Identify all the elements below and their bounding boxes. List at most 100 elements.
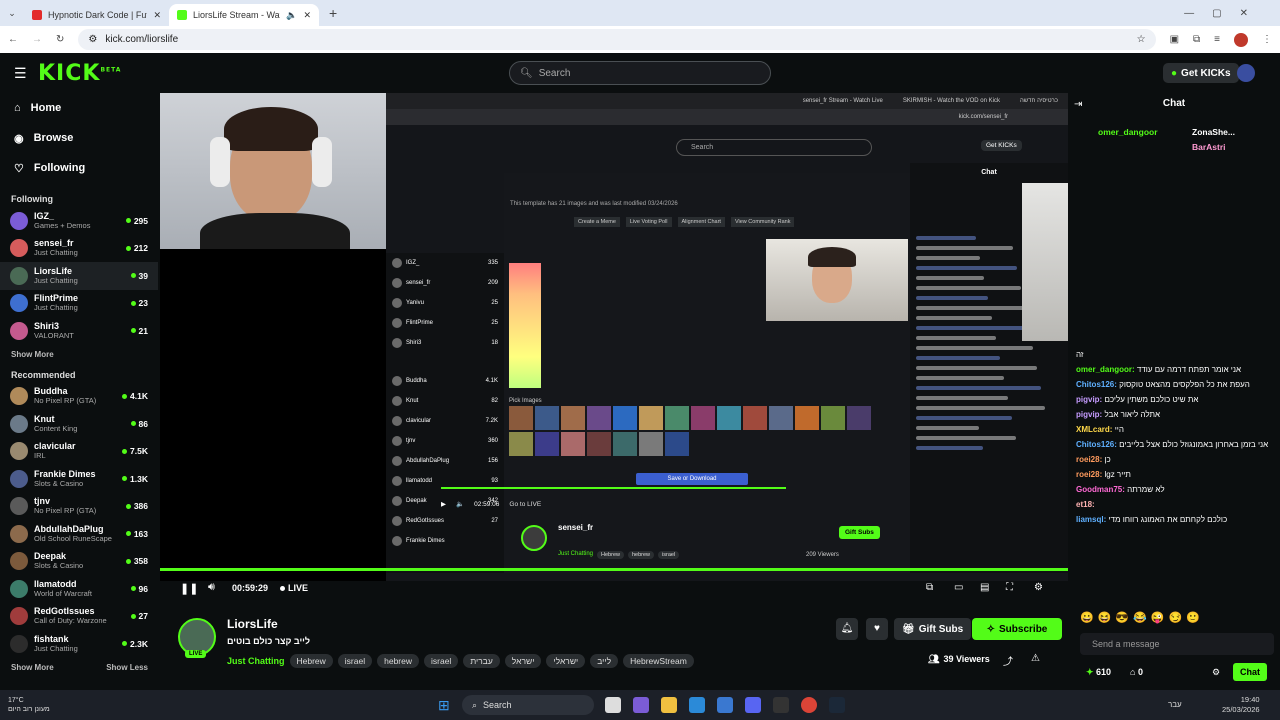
- tag-chip[interactable]: israel: [424, 654, 459, 668]
- streamer-name[interactable]: LiorsLife: [227, 617, 278, 631]
- speaker-icon[interactable]: 🔈: [286, 10, 297, 21]
- hamburger-icon[interactable]: ☰: [14, 65, 27, 82]
- channel-item-knut[interactable]: Knut Content King 86: [0, 410, 158, 438]
- language-indicator[interactable]: עבר: [1168, 700, 1182, 709]
- windows-start-icon[interactable]: ⊞: [438, 697, 450, 714]
- star-icon[interactable]: ☆: [1137, 34, 1146, 45]
- gift-subs-button[interactable]: 🎁︎ Gift Subs: [894, 618, 972, 640]
- top-gifter[interactable]: BarAstri: [1192, 142, 1226, 152]
- show-less-button[interactable]: Show Less: [95, 660, 148, 676]
- chat-username[interactable]: XMLcard:: [1076, 425, 1112, 434]
- window-controls[interactable]: —▢✕: [1184, 8, 1266, 19]
- menu-icon[interactable]: ⋮: [1262, 34, 1272, 45]
- tag-chip[interactable]: hebrew: [377, 654, 419, 668]
- profile-avatar[interactable]: [1234, 32, 1248, 47]
- live-indicator[interactable]: LIVE: [280, 583, 308, 593]
- chrome-icon[interactable]: [801, 697, 817, 713]
- discord-icon[interactable]: [745, 697, 761, 713]
- channel-item-clavicular[interactable]: clavicular IRL 7.5K: [0, 438, 158, 466]
- tag-chip[interactable]: עברית: [463, 654, 500, 668]
- steam-icon[interactable]: [829, 697, 845, 713]
- points-display[interactable]: ✦ 610: [1086, 667, 1111, 678]
- chat-input[interactable]: Send a message: [1080, 633, 1274, 655]
- back-icon[interactable]: ←: [8, 34, 18, 45]
- github-icon[interactable]: [773, 697, 789, 713]
- channel-item-sensei-fr[interactable]: sensei_fr Just Chatting 212: [0, 235, 158, 263]
- reload-icon[interactable]: ↻: [56, 34, 64, 45]
- screenshot-icon[interactable]: ⧉: [1193, 34, 1200, 45]
- close-icon[interactable]: ✕: [303, 10, 311, 21]
- channel-item-abdullahdaplug[interactable]: AbdullahDaPlug Old School RuneScape 163: [0, 520, 158, 548]
- extension-icon[interactable]: ▣: [1170, 34, 1179, 45]
- pip-icon[interactable]: ⧉: [926, 582, 933, 593]
- chat-username[interactable]: Chitos126:: [1076, 380, 1117, 389]
- kick-logo[interactable]: KICKBETA: [38, 61, 121, 86]
- top-gifter[interactable]: omer_dangoor: [1098, 127, 1158, 137]
- taskbar-search[interactable]: ⌕ Search: [462, 695, 594, 715]
- settings-icon[interactable]: ⚙: [1034, 582, 1043, 593]
- subscribe-button[interactable]: ✧ Subscribe: [972, 618, 1062, 640]
- teams-icon[interactable]: [633, 697, 649, 713]
- url-field[interactable]: ⚙ kick.com/liorslife ☆: [78, 29, 1156, 50]
- show-more-button[interactable]: Show More: [0, 347, 158, 363]
- pause-icon[interactable]: ❚❚: [180, 582, 198, 595]
- chat-send-button[interactable]: Chat: [1233, 663, 1267, 681]
- channel-item-shiri3[interactable]: Shiri3 VALORANT 21: [0, 317, 158, 345]
- edge-icon[interactable]: [689, 697, 705, 713]
- share-icon[interactable]: ⤴: [1003, 653, 1013, 668]
- channel-item-llamatodd[interactable]: llamatodd World of Warcraft 96: [0, 575, 158, 603]
- forward-icon[interactable]: →: [32, 34, 42, 45]
- fullscreen-icon[interactable]: ⛶: [1006, 582, 1013, 593]
- video-player[interactable]: sensei_fr Stream - Watch Live SKIRMISH - …: [160, 93, 1068, 581]
- chat-settings-icon[interactable]: ⚙: [1212, 667, 1220, 678]
- top-gifter[interactable]: ZonaShe...: [1192, 127, 1235, 137]
- nav-following[interactable]: ♡ Following: [0, 153, 158, 183]
- tag-chip[interactable]: Hebrew: [289, 654, 333, 668]
- channel-item-buddha[interactable]: Buddha No Pixel RP (GTA) 4.1K: [0, 383, 158, 411]
- store-icon[interactable]: [717, 697, 733, 713]
- clip-icon[interactable]: ▤: [980, 582, 989, 593]
- close-icon[interactable]: ✕: [153, 10, 161, 21]
- chat-username[interactable]: pigvip:: [1076, 395, 1102, 404]
- chat-username[interactable]: pigvip:: [1076, 410, 1102, 419]
- tag-chip[interactable]: ישראלי: [546, 654, 586, 668]
- channel-item-liorslife[interactable]: LiorsLife Just Chatting 39: [0, 262, 158, 290]
- theater-icon[interactable]: ▭: [954, 582, 963, 593]
- tab-liorslife[interactable]: LiorsLife Stream - Watch Li 🔈 ✕: [169, 4, 319, 26]
- chat-username[interactable]: liamsql:: [1076, 515, 1106, 524]
- nav-home[interactable]: ⌂ Home: [0, 93, 158, 123]
- tag-chip[interactable]: israel: [337, 654, 373, 668]
- kicks-balance[interactable]: ⌂ 0: [1130, 667, 1143, 677]
- tag-chip[interactable]: HebrewStream: [623, 654, 694, 668]
- chat-username[interactable]: omer_dangoor:: [1076, 365, 1135, 374]
- chat-username[interactable]: Goodman75:: [1076, 485, 1125, 494]
- tab-hypnotic[interactable]: Hypnotic Dark Code | Futuristic ✕: [24, 4, 169, 26]
- weather-widget[interactable]: 17°C מעונן רוב היום: [8, 696, 50, 714]
- tag-chip[interactable]: לייב: [590, 654, 619, 668]
- channel-item-deepak[interactable]: Deepak Slots & Casino 358: [0, 548, 158, 576]
- report-icon[interactable]: ⚠: [1031, 653, 1040, 664]
- chat-username[interactable]: roei28:: [1076, 455, 1102, 464]
- taskview-icon[interactable]: [605, 697, 621, 713]
- site-info-icon[interactable]: ⚙: [88, 34, 97, 45]
- chat-username[interactable]: Chitos126:: [1076, 440, 1117, 449]
- channel-item-tjnv[interactable]: tjnv No Pixel RP (GTA) 386: [0, 493, 158, 521]
- clock[interactable]: 19:40 25/03/2026: [1222, 695, 1260, 715]
- chat-username[interactable]: et18:: [1076, 500, 1095, 509]
- tune-icon[interactable]: ≡: [1214, 34, 1220, 45]
- emote-bar[interactable]: 😀😆😎😂😜😏🙂: [1080, 611, 1274, 629]
- new-tab-button[interactable]: +: [329, 5, 337, 21]
- chat-username[interactable]: roei28:: [1076, 470, 1102, 479]
- user-avatar[interactable]: [1237, 64, 1255, 82]
- folder-icon[interactable]: [661, 697, 677, 713]
- channel-item-redgotissues[interactable]: RedGotIssues Call of Duty: Warzone 27: [0, 603, 158, 631]
- search-input[interactable]: 🔍︎ Search: [509, 61, 771, 85]
- channel-item-frankie-dimes[interactable]: Frankie Dimes Slots & Casino 1.3K: [0, 465, 158, 493]
- category-link[interactable]: Just Chatting: [227, 656, 285, 666]
- volume-icon[interactable]: 🔊︎: [208, 581, 215, 594]
- channel-item-fishtank[interactable]: fishtank Just Chatting 2.3K: [0, 630, 158, 658]
- tab-list-icon[interactable]: ⌄: [0, 8, 24, 19]
- channel-item-igz-[interactable]: IGZ_ Games + Demos 295: [0, 207, 158, 235]
- heart-follow-button[interactable]: ♥: [866, 618, 888, 640]
- get-kicks-button[interactable]: ● Get KICKs: [1163, 63, 1239, 83]
